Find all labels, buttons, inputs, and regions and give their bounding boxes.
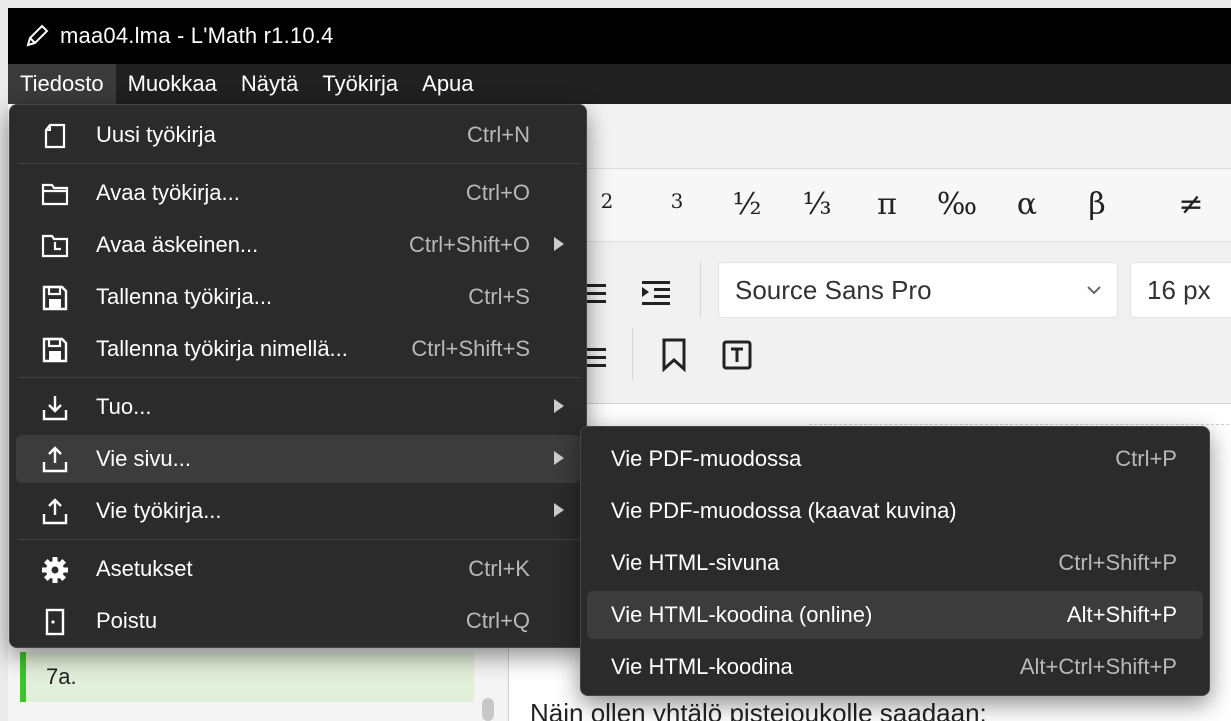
document-text: Näin ollen yhtälö pistejoukolle saadaan:: [530, 698, 987, 721]
export-icon: [42, 446, 68, 473]
indent-icon[interactable]: [640, 278, 672, 308]
folder-icon: [41, 183, 69, 206]
menu-item-shortcut: Ctrl+O: [465, 180, 530, 205]
submenu-item-export-html-code-online[interactable]: Vie HTML-koodina (online) Alt+Shift+P: [587, 591, 1203, 639]
menu-item-shortcut: Ctrl+N: [467, 122, 530, 147]
submenu-item-shortcut: Ctrl+P: [1115, 446, 1177, 471]
menu-item-label: Tallenna työkirja...: [96, 284, 273, 309]
symbol-cubed[interactable]: 3: [652, 189, 702, 213]
chevron-down-icon: [1087, 286, 1101, 295]
symbol-bar: 2 3 ½ ⅓ π ‰ α β ≠: [580, 168, 1231, 242]
submenu-item-export-html-page[interactable]: Vie HTML-sivuna Ctrl+Shift+P: [587, 539, 1203, 587]
exit-door-icon: [45, 608, 65, 636]
menu-item-new-workbook[interactable]: Uusi työkirja Ctrl+N: [16, 111, 580, 159]
font-size-select[interactable]: 16 px: [1130, 262, 1231, 318]
menu-item-shortcut: Ctrl+K: [468, 556, 530, 581]
symbol-alpha[interactable]: α: [1002, 187, 1052, 222]
menu-item-label: Avaa työkirja...: [96, 180, 240, 205]
symbol-pi[interactable]: π: [862, 187, 912, 222]
save-icon: [42, 285, 68, 311]
menu-separator: [18, 377, 580, 378]
submenu-item-export-pdf-images[interactable]: Vie PDF-muodossa (kaavat kuvina): [587, 487, 1203, 535]
symbol-third[interactable]: ⅓: [792, 187, 842, 222]
submenu-item-export-pdf[interactable]: Vie PDF-muodossa Ctrl+P: [587, 435, 1203, 483]
symbol-beta[interactable]: β: [1072, 187, 1122, 222]
submenu-item-export-html-code[interactable]: Vie HTML-koodina Alt+Ctrl+Shift+P: [587, 643, 1203, 691]
chevron-right-icon: [554, 237, 564, 251]
font-size-value: 16 px: [1147, 274, 1211, 305]
window-title: maa04.lma - L'Math r1.10.4: [60, 23, 334, 48]
menu-item-open-workbook[interactable]: Avaa työkirja... Ctrl+O: [16, 169, 580, 217]
title-bar: maa04.lma - L'Math r1.10.4: [8, 8, 1231, 64]
chevron-right-icon: [554, 503, 564, 517]
new-page-icon: [44, 123, 66, 149]
chevron-right-icon: [554, 451, 564, 465]
menu-separator: [18, 539, 580, 540]
sidebar-scrollbar[interactable]: [482, 698, 494, 721]
menu-item-label: Tallenna työkirja nimellä...: [96, 336, 348, 361]
menu-file[interactable]: Tiedosto: [8, 64, 116, 104]
menu-help[interactable]: Apua: [410, 64, 485, 104]
chevron-right-icon: [554, 399, 564, 413]
menu-item-shortcut: Ctrl+S: [468, 284, 530, 309]
symbol-squared[interactable]: 2: [582, 189, 632, 213]
menu-item-label: Vie sivu...: [96, 446, 191, 471]
menu-item-open-recent[interactable]: Avaa äskeinen... Ctrl+Shift+O: [16, 221, 580, 269]
recent-folder-icon: [41, 234, 69, 258]
menu-item-exit[interactable]: Poistu Ctrl+Q: [16, 597, 580, 645]
main-toolbar: [580, 104, 1231, 168]
window-frame-top: [0, 0, 1231, 8]
symbol-half[interactable]: ½: [722, 187, 772, 222]
submenu-item-label: Vie PDF-muodossa: [611, 446, 802, 471]
pen-app-icon: [26, 24, 49, 47]
menu-item-label: Asetukset: [96, 556, 193, 581]
export-page-submenu: Vie PDF-muodossa Ctrl+P Vie PDF-muodossa…: [580, 426, 1210, 696]
menu-item-export-page[interactable]: Vie sivu...: [16, 435, 580, 483]
import-icon: [42, 396, 68, 421]
menu-item-label: Tuo...: [96, 394, 152, 419]
menu-item-save-as[interactable]: Tallenna työkirja nimellä... Ctrl+Shift+…: [16, 325, 580, 373]
menu-edit[interactable]: Muokkaa: [116, 64, 229, 104]
symbol-permille[interactable]: ‰: [932, 187, 982, 222]
menu-item-shortcut: Ctrl+Shift+O: [408, 232, 530, 257]
menu-item-import[interactable]: Tuo...: [16, 383, 580, 431]
sidebar-page-item[interactable]: 7a.: [20, 652, 474, 702]
menu-view[interactable]: Näytä: [229, 64, 310, 104]
gear-icon: [42, 557, 68, 583]
font-family-select[interactable]: Source Sans Pro: [718, 262, 1118, 318]
file-menu-dropdown: Uusi työkirja Ctrl+N Avaa työkirja... Ct…: [9, 104, 587, 648]
menu-item-label: Uusi työkirja: [96, 122, 216, 147]
toolbar-divider: [632, 328, 633, 380]
menu-item-label: Vie työkirja...: [96, 498, 222, 523]
submenu-item-shortcut: Alt+Shift+P: [1066, 602, 1177, 627]
menu-item-shortcut: Ctrl+Q: [465, 608, 530, 633]
menu-item-export-workbook[interactable]: Vie työkirja...: [16, 487, 580, 535]
toolbar-divider: [700, 262, 701, 318]
submenu-item-shortcut: Alt+Ctrl+Shift+P: [1019, 654, 1177, 679]
submenu-item-label: Vie HTML-koodina (online): [611, 602, 873, 627]
menu-bar: Tiedosto Muokkaa Näytä Työkirja Apua: [8, 64, 1231, 104]
menu-workbook[interactable]: Työkirja: [310, 64, 410, 104]
symbol-not-equal[interactable]: ≠: [1166, 187, 1216, 222]
bookmark-icon[interactable]: [660, 338, 688, 372]
font-family-value: Source Sans Pro: [735, 274, 932, 305]
menu-item-settings[interactable]: Asetukset Ctrl+K: [16, 545, 580, 593]
submenu-item-label: Vie PDF-muodossa (kaavat kuvina): [611, 498, 957, 523]
menu-item-label: Avaa äskeinen...: [96, 232, 259, 257]
save-as-icon: [42, 337, 68, 363]
block-border: [809, 424, 1229, 425]
submenu-item-label: Vie HTML-koodina: [611, 654, 793, 679]
export-icon: [42, 498, 68, 525]
text-box-icon[interactable]: [722, 340, 752, 370]
menu-separator: [18, 163, 580, 164]
window-frame-left: [0, 0, 8, 721]
submenu-item-shortcut: Ctrl+Shift+P: [1058, 550, 1177, 575]
submenu-item-label: Vie HTML-sivuna: [611, 550, 780, 575]
menu-item-label: Poistu: [96, 608, 158, 633]
menu-item-shortcut: Ctrl+Shift+S: [411, 336, 530, 361]
menu-item-save-workbook[interactable]: Tallenna työkirja... Ctrl+S: [16, 273, 580, 321]
